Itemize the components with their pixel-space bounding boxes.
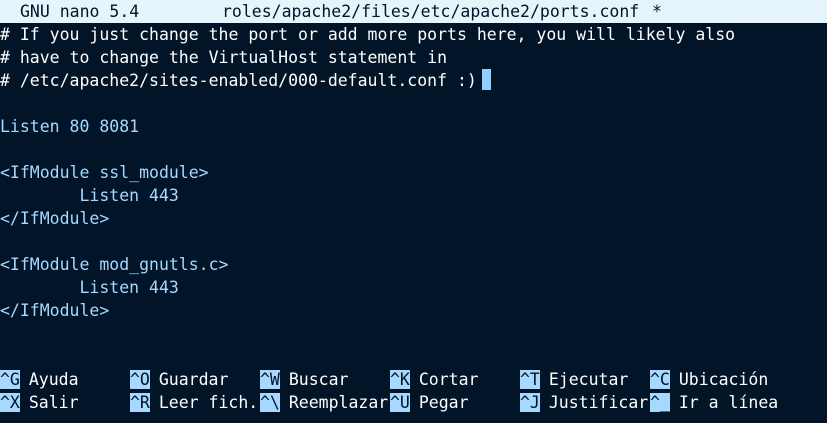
modified-indicator: * <box>652 2 662 21</box>
editor-line[interactable]: Listen 80 8081 <box>0 115 827 138</box>
shortcut-cut[interactable]: ^K Cortar <box>390 368 478 391</box>
title-bar: GNU nano 5.4 roles/apache2/files/etc/apa… <box>0 0 827 23</box>
shortcut-execute[interactable]: ^T Ejecutar <box>520 368 628 391</box>
shortcut-go-to-line[interactable]: ^_ Ir a línea <box>650 391 778 414</box>
shortcut-search[interactable]: ^W Buscar <box>260 368 348 391</box>
editor-line[interactable] <box>0 230 827 253</box>
shortcut-paste[interactable]: ^U Pegar <box>390 391 469 414</box>
text-editor-area[interactable]: # If you just change the port or add mor… <box>0 23 827 322</box>
editor-line[interactable]: Listen 443 <box>0 184 827 207</box>
editor-line[interactable]: # /etc/apache2/sites-enabled/000-default… <box>0 69 827 92</box>
shortcut-read-file[interactable]: ^R Leer fich. <box>130 391 258 414</box>
editor-line[interactable]: <IfModule mod_gnutls.c> <box>0 253 827 276</box>
shortcut-help[interactable]: ^G Ayuda <box>0 368 79 391</box>
editor-line[interactable]: </IfModule> <box>0 299 827 322</box>
shortcut-justify[interactable]: ^J Justificar <box>520 391 648 414</box>
editor-line[interactable]: # have to change the VirtualHost stateme… <box>0 46 827 69</box>
shortcut-location[interactable]: ^C Ubicación <box>650 368 768 391</box>
shortcut-replace[interactable]: ^\ Reemplazar <box>260 391 388 414</box>
nano-terminal-window: GNU nano 5.4 roles/apache2/files/etc/apa… <box>0 0 827 423</box>
app-version-label: GNU nano 5.4 <box>20 2 140 21</box>
editor-line[interactable] <box>0 92 827 115</box>
shortcut-row: ^G Ayuda ^O Guardar ^W Buscar ^K Cortar ^T Ej… <box>0 368 827 391</box>
shortcut-row: ^X Salir ^R Leer fich. ^\ Reemplazar ^U Pega… <box>0 391 827 414</box>
shortcut-bar: ^G Ayuda ^O Guardar ^W Buscar ^K Cortar ^T Ej… <box>0 368 827 414</box>
editor-line[interactable] <box>0 138 827 161</box>
file-path-label: roles/apache2/files/etc/apache2/ports.co… <box>222 2 640 21</box>
shortcut-exit[interactable]: ^X Salir <box>0 391 79 414</box>
editor-line[interactable]: <IfModule ssl_module> <box>0 161 827 184</box>
shortcut-save[interactable]: ^O Guardar <box>130 368 228 391</box>
editor-line[interactable]: # If you just change the port or add mor… <box>0 23 827 46</box>
text-cursor <box>481 69 491 90</box>
editor-line[interactable]: Listen 443 <box>0 276 827 299</box>
editor-line[interactable]: </IfModule> <box>0 207 827 230</box>
